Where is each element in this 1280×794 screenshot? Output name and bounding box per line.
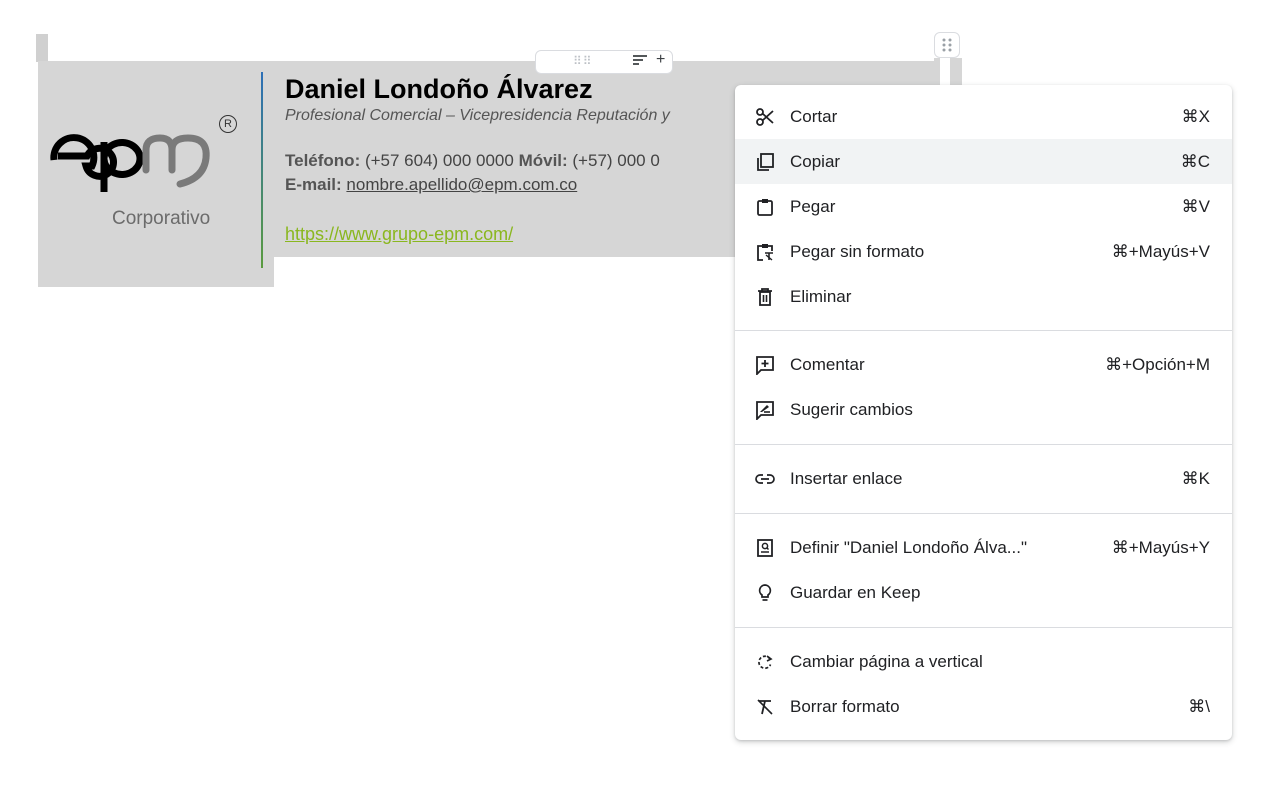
menu-separator — [735, 444, 1232, 445]
menu-item-label: Cortar — [790, 106, 838, 126]
drag-dots-icon — [942, 38, 952, 52]
menu-item-label: Pegar — [790, 196, 836, 216]
menu-item-shortcut: ⌘\ — [1188, 696, 1210, 716]
copy-icon — [754, 151, 776, 173]
menu-item-label: Definir "Daniel Londoño Álva..." — [790, 537, 1027, 557]
phone-value: (+57 604) 000 0000 — [360, 151, 519, 170]
menu-item-shortcut: ⌘C — [1180, 151, 1210, 171]
scissors-icon — [754, 106, 776, 128]
menu-item-label: Comentar — [790, 354, 865, 374]
clear-format-icon — [754, 696, 776, 718]
menu-item-label: Guardar en Keep — [790, 582, 921, 602]
page-margin-marker — [36, 34, 48, 62]
menu-item-delete[interactable]: Eliminar — [735, 274, 1232, 319]
mobile-value: (+57) 000 0 — [567, 151, 660, 170]
context-menu: Cortar ⌘X Copiar ⌘C Pegar ⌘V Pegar sin f… — [735, 85, 1232, 740]
lightbulb-icon — [754, 582, 776, 604]
menu-item-label: Pegar sin formato — [790, 241, 925, 261]
menu-separator — [735, 627, 1232, 628]
signature-phone-line[interactable]: Teléfono: (+57 604) 000 0000 Móvil: (+57… — [285, 151, 733, 171]
table-row-toolbar: ⠿⠿ + — [535, 50, 673, 74]
website-link[interactable]: https://www.grupo-epm.com/ — [285, 224, 513, 245]
rotate-icon — [754, 651, 776, 673]
registered-mark: R — [219, 115, 237, 133]
menu-item-shortcut: ⌘V — [1181, 196, 1210, 216]
menu-item-label: Insertar enlace — [790, 468, 903, 488]
menu-item-paste-plain[interactable]: Pegar sin formato ⌘+Mayús+V — [735, 229, 1232, 274]
menu-item-shortcut: ⌘K — [1181, 468, 1210, 488]
menu-item-shortcut: ⌘+Mayús+V — [1111, 241, 1210, 261]
email-link[interactable]: nombre.apellido@epm.com.co — [346, 175, 577, 194]
menu-item-insert-link[interactable]: Insertar enlace ⌘K — [735, 456, 1232, 501]
menu-item-rotate-page[interactable]: Cambiar página a vertical — [735, 639, 1232, 684]
menu-separator — [735, 330, 1232, 331]
signature-name[interactable]: Daniel Londoño Álvarez — [285, 74, 593, 105]
table-drag-handle[interactable] — [934, 32, 960, 58]
menu-item-label: Eliminar — [790, 286, 852, 306]
menu-item-shortcut: ⌘X — [1181, 106, 1210, 126]
menu-item-cut[interactable]: Cortar ⌘X — [735, 94, 1232, 139]
menu-item-define[interactable]: Definir "Daniel Londoño Álva..." ⌘+Mayús… — [735, 525, 1232, 570]
align-icon[interactable] — [632, 53, 648, 70]
signature-email-line[interactable]: E-mail: nombre.apellido@epm.com.co — [285, 175, 577, 195]
table-column-gap — [940, 58, 950, 86]
epm-logo-mark — [50, 134, 210, 192]
drag-grip-icon[interactable]: ⠿⠿ — [573, 54, 593, 68]
menu-item-label: Copiar — [790, 151, 841, 171]
menu-item-clear-format[interactable]: Borrar formato ⌘\ — [735, 684, 1232, 729]
logo-subtitle: Corporativo — [112, 208, 211, 229]
menu-item-shortcut: ⌘+Mayús+Y — [1111, 537, 1210, 557]
menu-item-save-keep[interactable]: Guardar en Keep — [735, 570, 1232, 615]
signature-role[interactable]: Profesional Comercial – Vicepresidencia … — [285, 107, 733, 125]
menu-item-paste[interactable]: Pegar ⌘V — [735, 184, 1232, 229]
phone-label: Teléfono: — [285, 151, 361, 170]
add-icon[interactable]: + — [656, 51, 665, 69]
menu-separator — [735, 513, 1232, 514]
email-label: E-mail: — [285, 175, 342, 194]
link-icon — [754, 468, 776, 490]
menu-item-suggest[interactable]: Sugerir cambios — [735, 387, 1232, 432]
menu-item-label: Borrar formato — [790, 696, 900, 716]
paste-plain-icon — [754, 241, 776, 263]
menu-item-copy[interactable]: Copiar ⌘C — [735, 139, 1232, 184]
menu-item-comment[interactable]: Comentar ⌘+Opción+M — [735, 342, 1232, 387]
mobile-label: Móvil: — [518, 151, 568, 170]
menu-item-label: Sugerir cambios — [790, 399, 913, 419]
signature-divider — [261, 72, 263, 268]
dictionary-icon — [754, 537, 776, 559]
menu-item-label: Cambiar página a vertical — [790, 651, 983, 671]
menu-item-shortcut: ⌘+Opción+M — [1105, 354, 1210, 374]
suggest-edit-icon — [754, 399, 776, 421]
trash-icon — [754, 286, 776, 308]
clipboard-icon — [754, 196, 776, 218]
add-comment-icon — [754, 354, 776, 376]
